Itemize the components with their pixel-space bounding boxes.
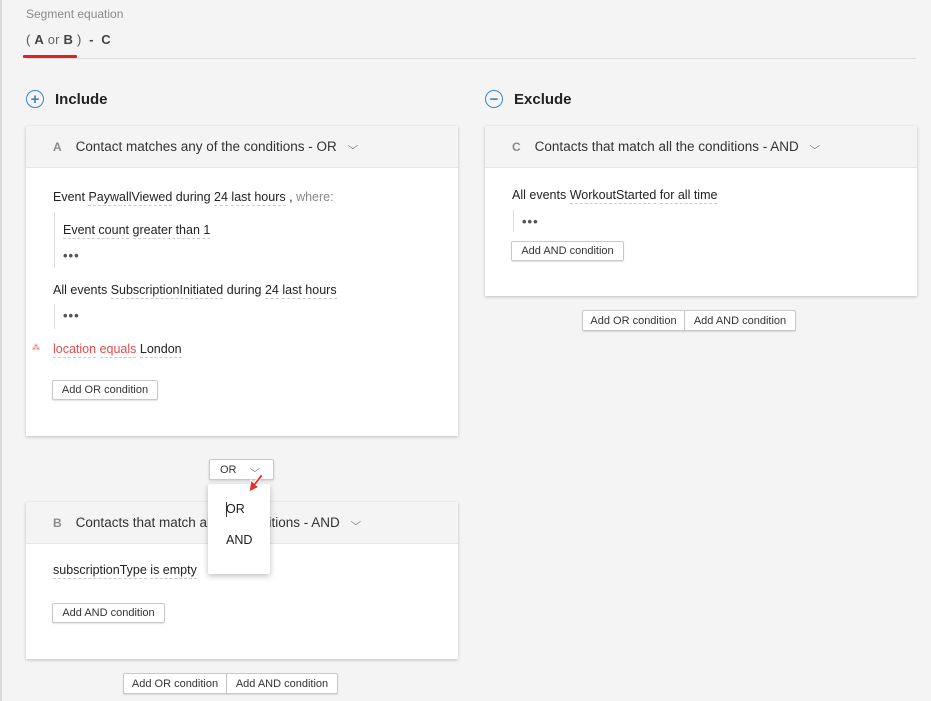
add-and-condition-button[interactable]: Add AND condition — [52, 603, 165, 623]
group-c-header[interactable]: C Contacts that match all the conditions… — [485, 126, 917, 168]
period-count[interactable]: 24 — [214, 190, 228, 206]
add-and-condition-button[interactable]: Add AND condition — [685, 310, 796, 331]
period-unit[interactable]: last hours — [231, 190, 286, 206]
mouse-pointer-icon — [248, 473, 264, 493]
condition-location[interactable]: location equals London — [53, 342, 182, 358]
chevron-down-icon[interactable]: ⌵ — [347, 141, 358, 152]
operator-option-and[interactable]: AND — [226, 533, 252, 547]
eq-c: C — [101, 32, 111, 47]
text-cursor — [226, 502, 227, 517]
operator-value: OR — [220, 463, 237, 476]
cond-prefix: All events — [53, 283, 108, 297]
operator-option-or[interactable]: OR — [226, 502, 245, 516]
operator-dropdown: OR AND — [208, 484, 270, 574]
eq-close-paren: ) — [76, 32, 82, 47]
group-a-title: Contact matches any of the conditions - … — [75, 139, 337, 154]
include-footer-buttons: Add OR condition Add AND condition — [123, 673, 338, 694]
add-and-condition-button[interactable]: Add AND condition — [227, 673, 338, 694]
condition-subscription-initiated[interactable]: All events SubscriptionInitiated during … — [53, 283, 337, 299]
broken-link-icon: ⁂ — [32, 343, 40, 352]
subcondition-line — [54, 212, 55, 268]
exclude-title: Exclude — [514, 90, 572, 108]
cond-prefix: All events — [512, 188, 567, 202]
location-operator[interactable]: equals — [99, 342, 137, 358]
eq-a: A — [34, 32, 44, 47]
include-title: Include — [55, 90, 108, 108]
event-name[interactable]: WorkoutStarted — [569, 188, 657, 204]
location-value[interactable]: London — [139, 342, 182, 358]
add-or-condition-button[interactable]: Add OR condition — [123, 673, 227, 694]
condition-group-a: A Contact matches any of the conditions … — [26, 126, 458, 436]
add-or-condition-button[interactable]: Add OR condition — [582, 310, 685, 331]
add-and-condition-button[interactable]: Add AND condition — [511, 241, 624, 261]
divider — [26, 58, 916, 59]
period-value[interactable]: for all time — [659, 188, 718, 204]
group-c-letter: C — [512, 139, 521, 154]
where-label: where: — [296, 190, 334, 204]
segment-equation: ( A or B ) - C — [26, 32, 111, 47]
subcondition-line — [54, 304, 55, 329]
eq-b: B — [63, 32, 74, 47]
group-a-header[interactable]: A Contact matches any of the conditions … — [26, 126, 458, 168]
subscription-type-field[interactable]: subscriptionType — [53, 563, 147, 579]
plus-circle-icon[interactable]: + — [26, 90, 44, 108]
include-section-title: + Include — [26, 90, 108, 108]
sub-value[interactable]: 1 — [203, 223, 211, 239]
event-name[interactable]: SubscriptionInitiated — [110, 283, 224, 299]
exclude-footer-buttons: Add OR condition Add AND condition — [582, 310, 796, 331]
sub-field[interactable]: Event count — [63, 223, 130, 239]
eq-or: or — [47, 32, 60, 47]
condition-subscription-type[interactable]: subscriptionType is empty — [53, 563, 197, 579]
subcondition-line — [513, 210, 514, 232]
condition-group-c: C Contacts that match all the conditions… — [485, 126, 917, 296]
minus-circle-icon[interactable]: − — [485, 90, 503, 108]
more-options-button[interactable]: ••• — [522, 214, 539, 229]
eq-minus: - — [89, 32, 94, 47]
add-or-condition-button[interactable]: Add OR condition — [52, 380, 158, 400]
cond-during: during — [226, 283, 262, 297]
subscription-type-operator[interactable]: is empty — [150, 563, 197, 579]
event-name[interactable]: PaywallViewed — [88, 190, 173, 206]
location-field[interactable]: location — [53, 342, 97, 358]
more-options-button[interactable]: ••• — [63, 308, 80, 323]
sub-operator[interactable]: greater than — [132, 223, 200, 239]
cond-comma: , — [289, 190, 293, 204]
exclude-section-title: − Exclude — [485, 90, 572, 108]
period-count[interactable]: 24 — [264, 283, 279, 299]
cond-prefix: Event — [53, 190, 85, 204]
eq-open-paren: ( — [26, 32, 31, 47]
condition-workout-started[interactable]: All events WorkoutStarted for all time — [512, 188, 718, 204]
cond-during: during — [175, 190, 211, 204]
segment-equation-label: Segment equation — [26, 7, 124, 21]
chevron-down-icon[interactable]: ⌵ — [350, 517, 361, 528]
subcondition-event-count[interactable]: Event count greater than 1 — [63, 223, 211, 239]
group-b-letter: B — [53, 515, 62, 530]
left-edge — [0, 0, 2, 701]
more-options-button[interactable]: ••• — [63, 248, 80, 263]
chevron-down-icon[interactable]: ⌵ — [809, 141, 820, 152]
period-unit[interactable]: last hours — [282, 283, 337, 299]
group-c-title: Contacts that match all the conditions -… — [534, 139, 799, 154]
group-a-letter: A — [53, 139, 62, 154]
condition-paywall-viewed[interactable]: Event PaywallViewed during 24 last hours… — [53, 190, 334, 206]
